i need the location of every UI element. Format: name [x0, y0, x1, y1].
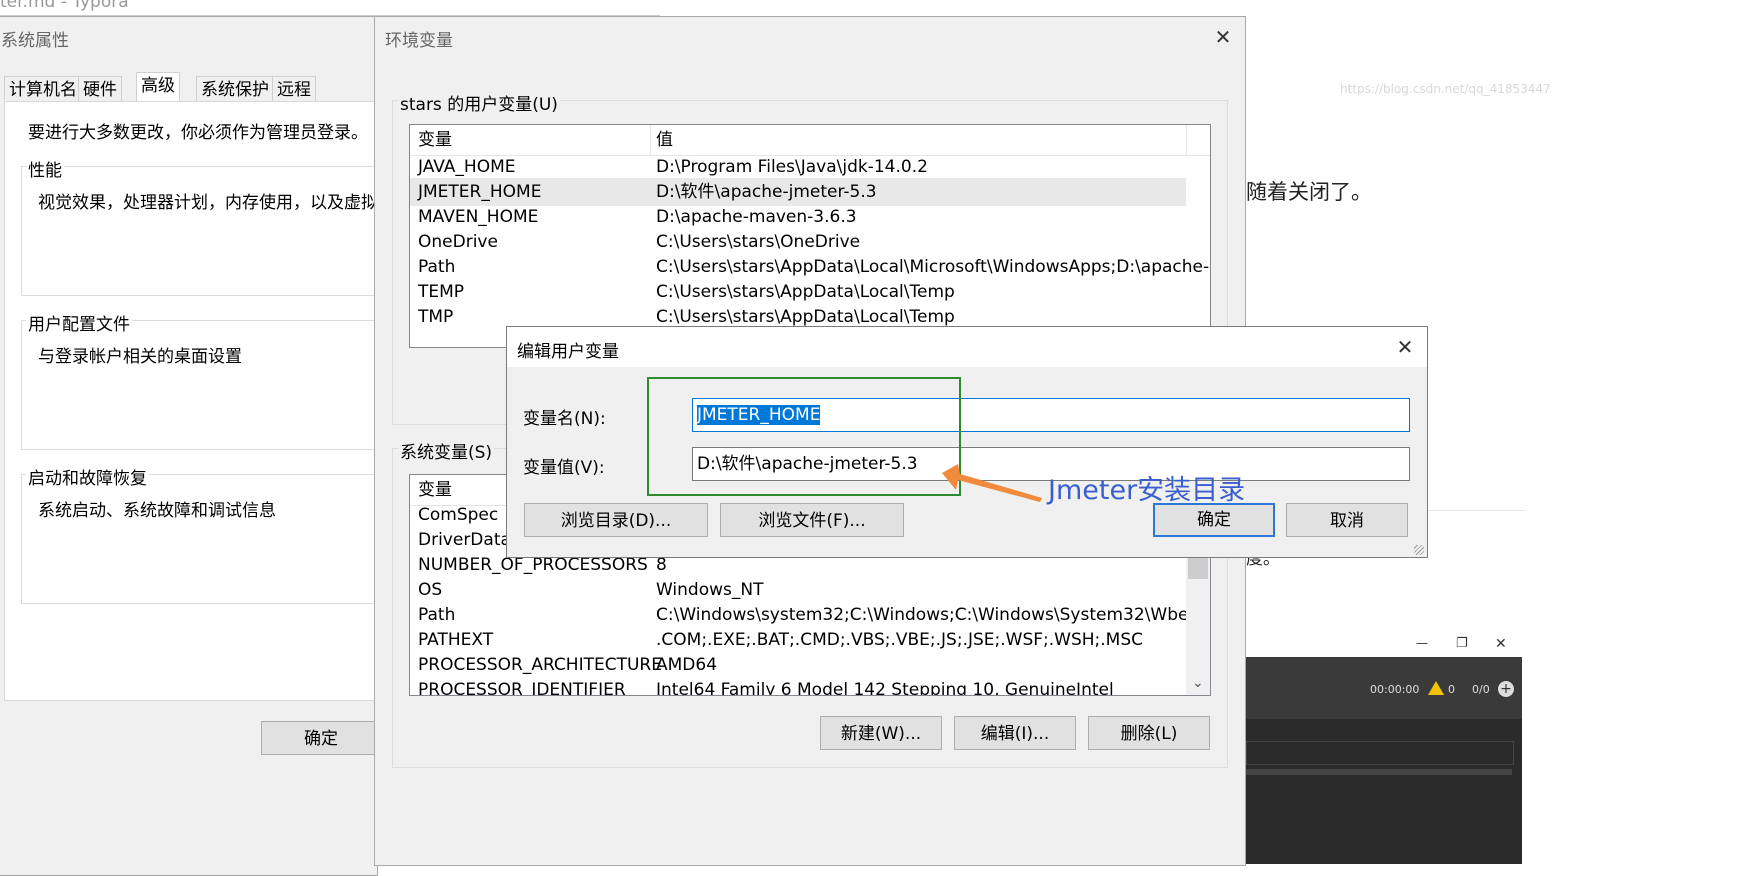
column-divider[interactable]	[1186, 125, 1187, 155]
browse-directory-button[interactable]: 浏览目录(D)...	[524, 503, 708, 537]
ok-button[interactable]: 确定	[1153, 503, 1275, 537]
user-variables-label: stars 的用户变量(U)	[398, 90, 560, 115]
variable-value: AMD64	[656, 655, 718, 675]
media-time: 00:00:00	[1370, 683, 1420, 696]
table-row[interactable]: OneDrive C:\Users\stars\OneDrive	[410, 228, 1210, 256]
tab-computer-name[interactable]: 计算机名	[4, 76, 82, 103]
new-variable-button[interactable]: 新建(W)...	[820, 716, 942, 750]
delete-variable-button[interactable]: 删除(L)	[1088, 716, 1210, 750]
table-row[interactable]: PATHEXT .COM;.EXE;.BAT;.CMD;.VBS;.VBE;.J…	[410, 626, 1210, 654]
variable-name: TEMP	[418, 282, 465, 302]
variable-name: Path	[418, 605, 456, 625]
media-panel: 00:00:00 0 0/0 +	[1246, 657, 1522, 864]
admin-note: 要进行大多数更改，你必须作为管理员登录。	[28, 123, 368, 143]
annotation-text: Jmeter安装目录	[1048, 475, 1246, 506]
minimize-icon[interactable]: —	[1416, 636, 1428, 650]
variable-value-label: 变量值(V):	[523, 458, 605, 478]
column-divider[interactable]	[650, 125, 651, 155]
cancel-button[interactable]: 取消	[1286, 503, 1408, 537]
list-header: 变量 值	[410, 125, 1210, 156]
startup-recovery-label: 启动和故障恢复	[26, 464, 149, 489]
media-ratio: 0/0	[1472, 683, 1490, 696]
close-icon[interactable]: ✕	[1208, 22, 1238, 52]
system-ok-button[interactable]: 确定	[261, 721, 381, 755]
variable-value: C:\Users\stars\OneDrive	[656, 232, 861, 252]
variable-name-label: 变量名(N):	[523, 409, 606, 429]
user-profiles-label: 用户配置文件	[26, 310, 132, 335]
variable-value: .COM;.EXE;.BAT;.CMD;.VBS;.VBE;.JS;.JSE;.…	[656, 630, 1144, 650]
variable-name: MAVEN_HOME	[418, 207, 539, 227]
variable-value: D:\Program Files\Java\jdk-14.0.2	[656, 157, 928, 177]
media-track-1	[1246, 741, 1514, 765]
add-icon[interactable]: +	[1498, 681, 1514, 697]
tab-hardware[interactable]: 硬件	[78, 76, 122, 103]
scrollbar-thumb[interactable]	[1188, 557, 1208, 579]
restore-icon[interactable]: ❐	[1456, 636, 1468, 651]
close-icon[interactable]: ✕	[1495, 636, 1507, 652]
variable-name: JMETER_HOME	[418, 182, 542, 202]
table-row[interactable]: JAVA_HOME D:\Program Files\Java\jdk-14.0…	[410, 153, 1210, 181]
performance-desc: 视觉效果，处理器计划，内存使用，以及虚拟内	[38, 193, 395, 213]
table-row[interactable]: JMETER_HOME D:\软件\apache-jmeter-5.3	[410, 178, 1186, 206]
startup-recovery-group	[21, 474, 381, 604]
table-row[interactable]: PROCESSOR_ARCHITECTURE AMD64	[410, 651, 1210, 679]
variable-name: ComSpec	[418, 505, 499, 525]
performance-label: 性能	[26, 156, 64, 181]
close-icon[interactable]: ✕	[1390, 332, 1420, 362]
table-row[interactable]: Path C:\Windows\system32;C:\Windows;C:\W…	[410, 601, 1210, 629]
warning-icon	[1428, 681, 1444, 695]
variable-name: PATHEXT	[418, 630, 494, 650]
variable-value: D:\软件\apache-jmeter-5.3	[656, 182, 877, 202]
table-row[interactable]: Path C:\Users\stars\AppData\Local\Micros…	[410, 253, 1210, 281]
tab-remote[interactable]: 远程	[272, 76, 316, 103]
system-variables-label: 系统变量(S)	[398, 438, 495, 463]
browse-file-button[interactable]: 浏览文件(F)...	[720, 503, 904, 537]
edit-variable-button[interactable]: 编辑(I)...	[954, 716, 1076, 750]
startup-recovery-desc: 系统启动、系统故障和调试信息	[38, 501, 276, 521]
variable-value: Windows_NT	[656, 580, 764, 600]
tab-system-protection[interactable]: 系统保护	[196, 76, 274, 103]
variable-name: PROCESSOR_ARCHITECTURE	[418, 655, 662, 675]
variable-value: C:\Users\stars\AppData\Local\Microsoft\W…	[656, 257, 1211, 277]
performance-group	[21, 166, 381, 296]
variable-name: OneDrive	[418, 232, 498, 252]
annotation-highlight-box	[647, 377, 961, 496]
variable-name: OS	[418, 580, 443, 600]
column-header-variable[interactable]: 变量	[418, 125, 452, 155]
variable-name: Path	[418, 257, 456, 277]
window-title: 编辑用户变量	[517, 342, 619, 362]
table-row[interactable]: PROCESSOR_IDENTIFIER Intel64 Family 6 Mo…	[410, 676, 1210, 696]
tab-advanced[interactable]: 高级	[136, 72, 180, 102]
variable-name: TMP	[418, 307, 454, 327]
window-title: 环境变量	[385, 31, 453, 51]
table-row[interactable]: MAVEN_HOME D:\apache-maven-3.6.3	[410, 203, 1210, 231]
watermark: https://blog.csdn.net/qq_41853447	[1340, 82, 1551, 96]
variable-value: D:\apache-maven-3.6.3	[656, 207, 857, 227]
resize-grip-icon[interactable]	[1414, 545, 1424, 555]
variable-name: DriverData	[418, 530, 511, 550]
table-row[interactable]: OS Windows_NT	[410, 576, 1210, 604]
window-title: 系统属性	[1, 31, 69, 51]
typora-title: ter.md - Typora	[0, 0, 129, 12]
warning-count: 0	[1448, 683, 1455, 696]
variable-name: PROCESSOR_IDENTIFIER	[418, 680, 626, 696]
user-profiles-group	[21, 320, 381, 450]
user-profiles-desc: 与登录帐户相关的桌面设置	[38, 347, 242, 367]
variable-value: C:\Users\stars\AppData\Local\Temp	[656, 282, 955, 302]
media-track-2	[1246, 769, 1512, 775]
variable-value: Intel64 Family 6 Model 142 Stepping 10, …	[656, 680, 1114, 696]
variable-value: C:\Windows\system32;C:\Windows;C:\Window…	[656, 605, 1211, 625]
background-text-1: 随着关闭了。	[1246, 180, 1372, 204]
chevron-down-icon[interactable]: ⌄	[1192, 675, 1204, 691]
variable-name: JAVA_HOME	[418, 157, 516, 177]
column-header-value[interactable]: 值	[656, 125, 673, 155]
dialog-titlebar	[507, 327, 1427, 367]
annotation-arrow-icon	[942, 464, 1042, 502]
table-row[interactable]: TEMP C:\Users\stars\AppData\Local\Temp	[410, 278, 1210, 306]
user-variables-list[interactable]: 变量 值 JAVA_HOME D:\Program Files\Java\jdk…	[409, 124, 1211, 348]
